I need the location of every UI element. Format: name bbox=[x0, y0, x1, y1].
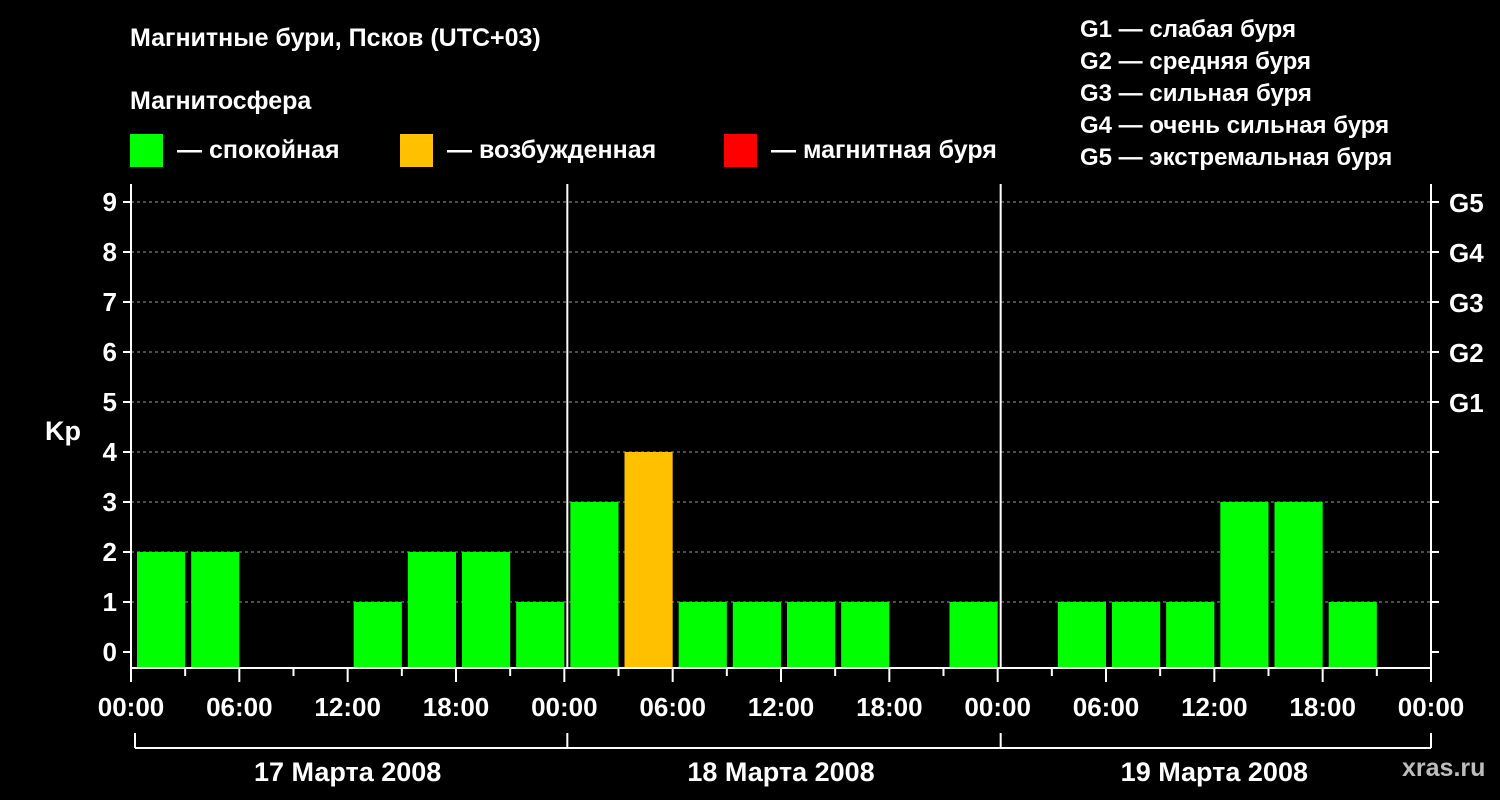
kp-bar bbox=[732, 602, 781, 668]
y-tick-label: 3 bbox=[103, 487, 117, 517]
y-tick-label: 2 bbox=[103, 537, 117, 567]
y-tick-label: 6 bbox=[103, 337, 117, 367]
day-label: 18 Марта 2008 bbox=[687, 757, 874, 787]
kp-bar bbox=[841, 602, 890, 668]
x-tick-label: 12:00 bbox=[1181, 692, 1248, 722]
kp-bar bbox=[787, 602, 836, 668]
kp-bar bbox=[570, 502, 619, 668]
x-tick-label: 06:00 bbox=[1073, 692, 1140, 722]
kp-bar bbox=[1057, 602, 1106, 668]
kp-bar bbox=[678, 602, 727, 668]
kp-bar bbox=[516, 602, 565, 668]
x-tick-label: 12:00 bbox=[748, 692, 815, 722]
y-tick-label: 5 bbox=[103, 387, 117, 417]
day-label: 17 Марта 2008 bbox=[254, 757, 441, 787]
x-tick-label: 00:00 bbox=[98, 692, 165, 722]
x-tick-label: 00:00 bbox=[964, 692, 1031, 722]
y-tick-label: 7 bbox=[103, 287, 117, 317]
kp-bar bbox=[462, 552, 511, 668]
y-tick-label: 0 bbox=[103, 637, 117, 667]
kp-bar bbox=[1112, 602, 1161, 668]
x-tick-label: 18:00 bbox=[856, 692, 923, 722]
kp-bar bbox=[624, 452, 673, 668]
y-axis-title: Kp bbox=[45, 416, 81, 446]
g-scale-label: G2 bbox=[1449, 338, 1484, 368]
kp-bar bbox=[949, 602, 998, 668]
y-tick-label: 1 bbox=[103, 587, 117, 617]
kp-bar bbox=[353, 602, 402, 668]
x-tick-label: 00:00 bbox=[1398, 692, 1465, 722]
kp-bar bbox=[191, 552, 240, 668]
x-tick-label: 12:00 bbox=[314, 692, 381, 722]
g-scale-label: G3 bbox=[1449, 288, 1484, 318]
x-tick-label: 18:00 bbox=[423, 692, 490, 722]
g-scale-label: G1 bbox=[1449, 388, 1484, 418]
kp-bar bbox=[1328, 602, 1377, 668]
kp-bar bbox=[1220, 502, 1269, 668]
watermark: xras.ru bbox=[1402, 754, 1486, 782]
kp-bar bbox=[137, 552, 186, 668]
g-scale-label: G4 bbox=[1449, 238, 1484, 268]
g-scale-label: G5 bbox=[1449, 188, 1484, 218]
x-tick-label: 06:00 bbox=[206, 692, 273, 722]
x-tick-label: 00:00 bbox=[531, 692, 598, 722]
x-tick-label: 06:00 bbox=[639, 692, 706, 722]
day-label: 19 Марта 2008 bbox=[1121, 757, 1308, 787]
kp-bar bbox=[1166, 602, 1215, 668]
kp-bar bbox=[1274, 502, 1323, 668]
kp-bar bbox=[407, 552, 456, 668]
y-tick-label: 9 bbox=[103, 187, 117, 217]
kp-chart: 0 1 2 3 4 5 6 7 8 9 G1 G2 G3 G4 G5 Kp 00:00 06:00 12:00 18:… bbox=[45, 184, 1484, 787]
y-tick-label: 8 bbox=[103, 237, 117, 267]
y-tick-label: 4 bbox=[103, 437, 118, 467]
x-tick-label: 18:00 bbox=[1289, 692, 1356, 722]
